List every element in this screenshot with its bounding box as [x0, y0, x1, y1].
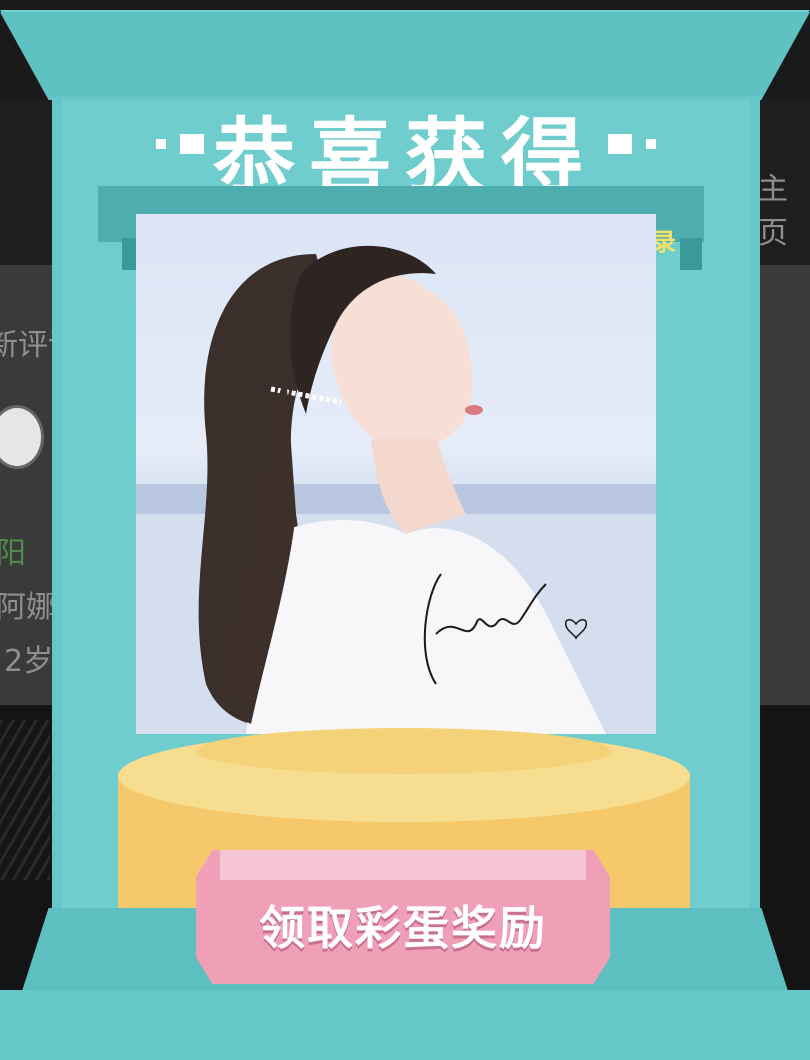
- claim-reward-button-highlight: [220, 850, 586, 880]
- frame-bottom-band: [0, 990, 810, 1060]
- frame-top: [0, 12, 810, 100]
- background-username: 阳: [0, 536, 26, 571]
- background-age-text: 2岁: [4, 644, 54, 679]
- background-name-text: 阿娜: [0, 590, 56, 625]
- prize-photo: [136, 214, 656, 734]
- ribbon-fold-right: [680, 238, 702, 270]
- background-thumbnail: [0, 720, 50, 880]
- pedestal-top-inner: [196, 728, 612, 774]
- claim-reward-label: 领取彩蛋奖励: [259, 901, 547, 955]
- portrait-photo-icon: [136, 245, 656, 734]
